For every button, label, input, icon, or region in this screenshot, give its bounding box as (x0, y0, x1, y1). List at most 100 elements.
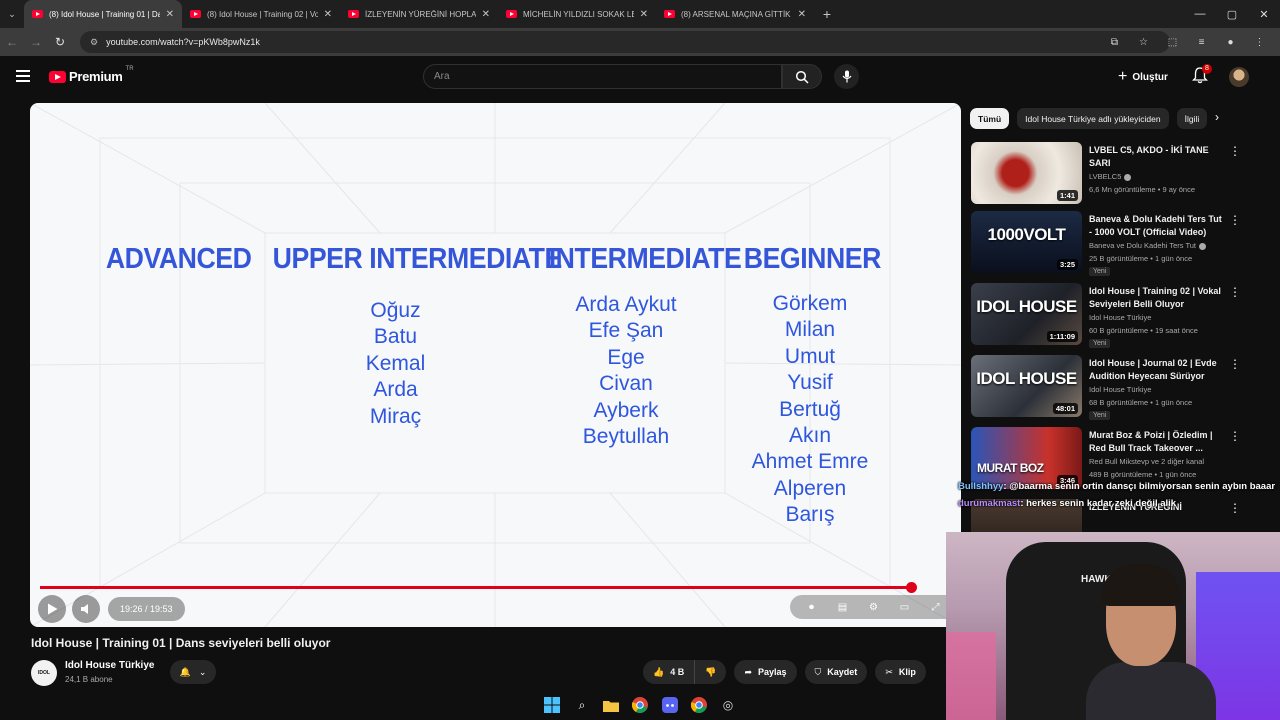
student-name: Arda Aykut (575, 293, 677, 316)
channel-avatar[interactable]: IDOL (31, 660, 57, 686)
theater-mode-icon[interactable]: ▭ (889, 602, 920, 613)
chrome-active-icon[interactable] (691, 697, 707, 713)
student-name: Milan (784, 318, 836, 342)
new-badge: Yeni (1089, 267, 1111, 276)
chip-related[interactable]: İlgili (1176, 108, 1208, 129)
youtube-header: Premium TR Ara + Oluştur 8 (0, 56, 1280, 98)
media-icon[interactable]: ≡ (1187, 37, 1216, 48)
progress-bar[interactable] (40, 582, 917, 593)
voice-search-button[interactable] (834, 64, 859, 89)
obs-icon[interactable]: ◎ (720, 697, 736, 713)
more-options-icon[interactable]: ⋮ (1229, 144, 1241, 158)
video-thumbnail[interactable]: IDOL HOUSE 48:01 (971, 355, 1082, 417)
url-text: youtube.com/watch?v=pKWb8pwNz1k (106, 37, 260, 47)
clip-button[interactable]: ✂ Klip (875, 660, 926, 684)
subtitles-icon[interactable]: ▤ (827, 602, 858, 613)
search-input[interactable]: Ara (423, 64, 782, 89)
recommendation-item[interactable]: IDOL HOUSE 48:01 Idol House | Journal 02… (971, 355, 1241, 420)
rec-meta: 489 B görüntüleme • 1 gün önce (1089, 470, 1197, 479)
more-options-icon[interactable]: ⋮ (1229, 213, 1241, 227)
chevron-right-icon[interactable]: › (1215, 110, 1219, 124)
video-thumbnail[interactable]: 1:41 (971, 142, 1082, 204)
file-explorer-icon[interactable] (603, 697, 619, 713)
browser-tab[interactable]: MİCHELİN YILDIZLI SOKAK LEZZ ✕ (498, 0, 656, 28)
chat-text: : @baarma senin ortin dansçı bilmiyorsan… (1003, 481, 1276, 492)
browser-tab[interactable]: (8) Idol House | Training 02 | Vo ✕ (182, 0, 340, 28)
close-window-icon[interactable]: ✕ (1248, 0, 1280, 28)
more-options-icon[interactable]: ⋮ (1229, 357, 1241, 371)
account-avatar[interactable] (1229, 67, 1249, 87)
forward-icon[interactable]: → (24, 35, 48, 49)
thumbs-up-icon: 👍 (653, 666, 665, 677)
close-tab-icon[interactable]: ✕ (324, 9, 332, 20)
dislike-button[interactable]: 👎 (694, 660, 726, 684)
verified-icon (1124, 173, 1132, 181)
close-tab-icon[interactable]: ✕ (640, 9, 648, 20)
site-info-icon[interactable]: ⚙ (90, 37, 98, 48)
thumbnail-text: 1000VOLT (987, 225, 1066, 244)
clip-label: Klip (898, 667, 916, 677)
cast-icon[interactable]: ⧉ (1100, 37, 1129, 48)
video-thumbnail[interactable]: IDOL HOUSE 1:11:09 (971, 283, 1082, 345)
maximize-icon[interactable]: ▢ (1216, 0, 1248, 28)
filter-chips: Tümü Idol House Türkiye adlı yükleyicide… (970, 108, 1210, 130)
extensions-icon[interactable]: ⬚ (1158, 37, 1187, 48)
recommendation-item[interactable]: 1:41 LVBEL C5, AKDO - İKİ TANE SARI LVBE… (971, 142, 1241, 204)
menu-icon[interactable] (16, 70, 30, 82)
chip-from-uploader[interactable]: Idol House Türkiye adlı yükleyiciden (1017, 108, 1169, 129)
notifications-button[interactable]: 8 (1191, 64, 1212, 85)
rec-channel: Red Bull Mikstevp ve 2 diğer kanal (1089, 457, 1204, 466)
browser-tab[interactable]: (8) Idol House | Training 01 | Da ✕ (24, 0, 182, 28)
browser-tab[interactable]: İZLEYENİN YÜREĞİNİ HOPLATA ✕ (340, 0, 498, 28)
tab-search-icon[interactable]: ⌄ (0, 0, 24, 28)
settings-gear-icon[interactable]: ⚙ (858, 602, 889, 613)
thumbnail-text: MURAT BOZ (977, 461, 1044, 475)
reload-icon[interactable]: ↻ (48, 35, 72, 49)
duration-badge: 48:01 (1052, 403, 1078, 414)
search-button[interactable] (782, 64, 822, 89)
close-tab-icon[interactable]: ✕ (166, 9, 174, 20)
video-player[interactable]: ADVANCED UPPER INTERMEDIATE Oğuz Batu Ke… (30, 103, 961, 627)
back-icon[interactable]: ← (0, 35, 24, 49)
browser-menu-icon[interactable]: ⋮ (1245, 37, 1274, 48)
autoplay-toggle-icon[interactable]: ⏺ (796, 602, 827, 613)
chat-message: Bullshhyy: @baarma senin ortin dansçı bi… (958, 480, 1280, 493)
profile-icon[interactable]: ● (1216, 37, 1245, 48)
chip-all[interactable]: Tümü (970, 108, 1010, 129)
channel-name[interactable]: Idol House Türkiye (65, 660, 154, 671)
pink-light (946, 632, 996, 720)
share-button[interactable]: ➦ Paylaş (734, 660, 797, 684)
rec-meta: 25 B görüntüleme • 1 gün önce (1089, 254, 1193, 263)
windows-start-icon[interactable] (544, 697, 560, 713)
duration-badge: 1:41 (1056, 190, 1078, 201)
discord-icon[interactable] (662, 697, 678, 713)
student-name: Görkem (772, 292, 848, 315)
minimize-icon[interactable]: — (1184, 0, 1216, 28)
search-icon[interactable]: ⌕ (574, 697, 590, 713)
browser-tab[interactable]: (8) ARSENAL MAÇINA GİTTİK | F ✕ (656, 0, 814, 28)
create-button[interactable]: + Oluştur (1118, 65, 1168, 89)
close-tab-icon[interactable]: ✕ (482, 9, 490, 20)
volume-button[interactable] (72, 595, 100, 623)
tab-title: (8) Idol House | Training 02 | Vo (207, 9, 318, 19)
chrome-icon[interactable] (632, 697, 648, 713)
more-options-icon[interactable]: ⋮ (1229, 429, 1241, 443)
student-name: Ayberk (593, 398, 659, 422)
play-button[interactable] (38, 595, 66, 623)
video-thumbnail[interactable]: 1000VOLT 3:25 (971, 211, 1082, 273)
new-tab-button[interactable]: + (814, 6, 840, 22)
recommendation-item[interactable]: 1000VOLT 3:25 Baneva & Dolu Kadehi Ters … (971, 211, 1241, 276)
recommendation-item[interactable]: IDOL HOUSE 1:11:09 Idol House | Training… (971, 283, 1241, 348)
more-options-icon[interactable]: ⋮ (1229, 285, 1241, 299)
rec-channel-name: LVBELC5 (1089, 172, 1122, 181)
subscription-bell-button[interactable]: 🔔 ⌄ (170, 660, 216, 684)
address-bar[interactable]: ⚙ youtube.com/watch?v=pKWb8pwNz1k (80, 31, 1170, 53)
student-name: Umut (784, 344, 836, 368)
like-button[interactable]: 👍 4 B (643, 660, 694, 684)
bookmark-star-icon[interactable]: ☆ (1129, 37, 1158, 48)
close-tab-icon[interactable]: ✕ (798, 9, 806, 20)
level-heading: BEGINNER (743, 243, 882, 275)
save-button[interactable]: ⛉ Kaydet (804, 660, 868, 684)
scrubber-handle[interactable] (906, 582, 917, 593)
youtube-logo[interactable]: Premium TR (49, 66, 134, 84)
